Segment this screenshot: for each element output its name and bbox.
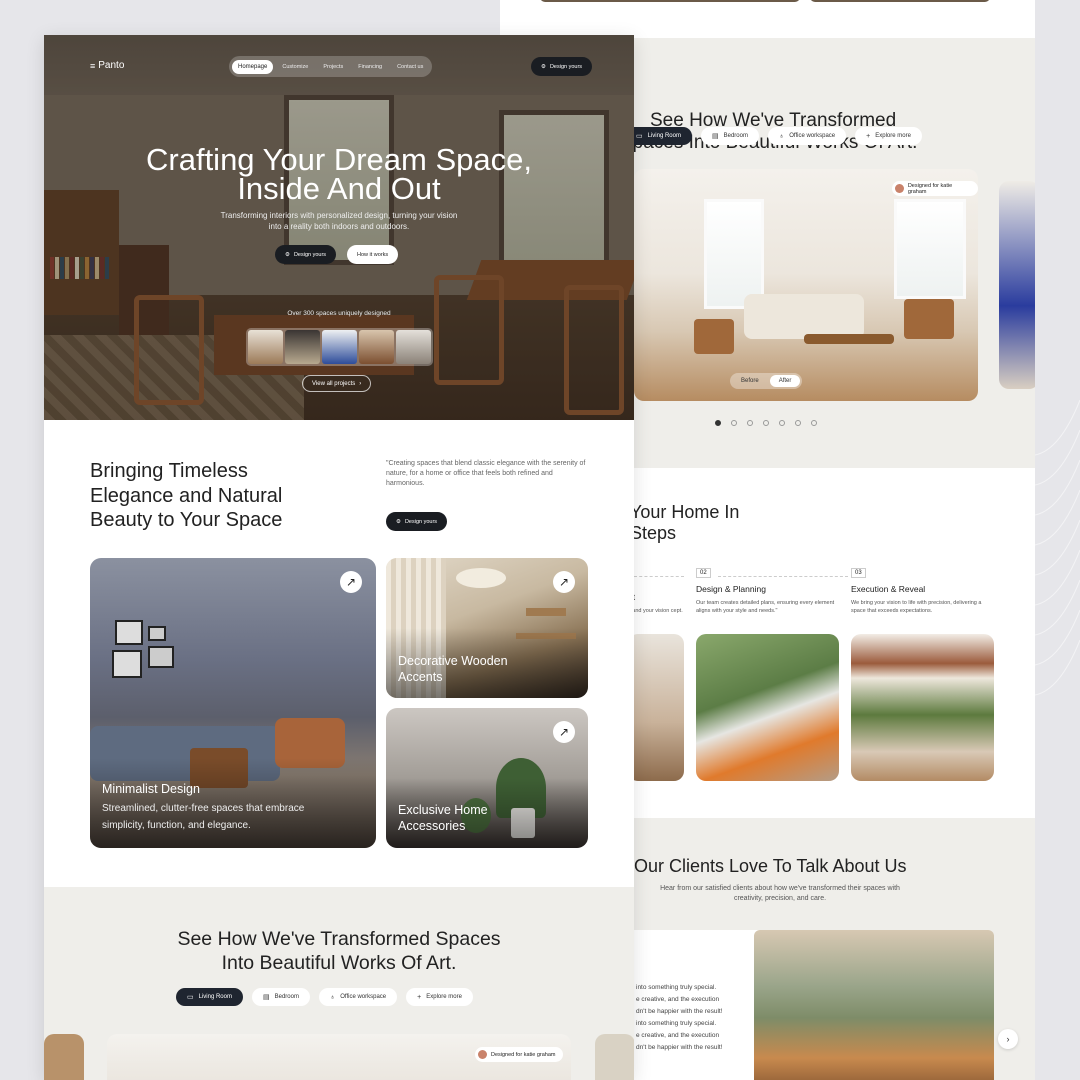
nav-item-homepage[interactable]: Homepage [232, 59, 274, 74]
card-title: Decorative Wooden Accents [398, 654, 508, 684]
intro-quote: "Creating spaces that blend classic eleg… [386, 460, 586, 487]
carousel-dot[interactable] [731, 420, 737, 426]
card-description: Streamlined, clutter-free spaces that em… [102, 803, 305, 831]
top-navigation: ≡ Panto Homepage Customize Projects Finan… [44, 35, 634, 95]
next-slide-preview [999, 181, 1035, 389]
hero-subtitle: Transforming interiors with personalized… [220, 211, 458, 231]
plus-icon: + [866, 132, 871, 140]
card-exclusive-home-accessories[interactable]: ↗ Exclusive Home Accessories [386, 708, 588, 848]
tab-living-room-back[interactable]: ▭ Living Room [625, 127, 692, 145]
gear-icon: ⚙ [396, 518, 401, 525]
nav-design-yours-button[interactable]: ⚙ Design yours [531, 57, 593, 76]
carousel-dots-back [715, 420, 817, 426]
tab-living-room[interactable]: ▭ Living Room [176, 988, 243, 1006]
step-2-image [696, 634, 839, 781]
carousel-dot[interactable] [811, 420, 817, 426]
arrow-up-right-icon[interactable]: ↗ [340, 571, 362, 593]
sofa-icon: ▭ [636, 133, 643, 140]
panto-logo-icon: ≡ [90, 60, 96, 71]
project-thumbnail[interactable] [285, 330, 320, 364]
clients-title: Our Clients Love To Talk About Us [634, 856, 907, 876]
how-it-works-button[interactable]: How it works [347, 245, 399, 264]
tab-bedroom-back[interactable]: ▤ Bedroom [700, 127, 759, 145]
hero-section: ≡ Panto Homepage Customize Projects Finan… [44, 35, 634, 420]
tab-office[interactable]: ♁ Office workspace [318, 988, 398, 1006]
nav-item-financing[interactable]: Financing [352, 60, 388, 74]
room-tabs-back: ▭ Living Room ▤ Bedroom ♁ Office workspace … [625, 127, 922, 145]
step-2-back: 02 Design & Planning Our team creates de… [696, 568, 835, 614]
gear-icon: ⚙ [285, 251, 290, 258]
bed-icon: ▤ [262, 994, 270, 1001]
project-thumbnail[interactable] [396, 330, 431, 364]
designed-for-tag: Designed for katie graham [475, 1047, 563, 1062]
card-decorative-wooden-accents[interactable]: ↗ Decorative Wooden Accents [386, 558, 588, 698]
intro-heading: Bringing Timeless Elegance and Natural B… [90, 460, 283, 531]
carousel-dot[interactable] [747, 420, 753, 426]
logo[interactable]: ≡ Panto [90, 60, 124, 71]
view-all-projects-button[interactable]: View all projects › [302, 375, 372, 392]
front-page: ≡ Panto Homepage Customize Projects Finan… [44, 35, 634, 1080]
tab-explore[interactable]: + Explore more [406, 988, 473, 1006]
transform-title: See How We've Transformed Spaces Into Be… [177, 928, 501, 974]
before-after-toggle-back[interactable]: Before After [730, 373, 803, 389]
nav-menu: Homepage Customize Projects Financing Co… [229, 56, 433, 77]
client-room-image [754, 930, 994, 1080]
living-room-image: Designed for katie graham [107, 1034, 571, 1080]
intro-design-yours-button[interactable]: ⚙ Design yours [386, 512, 448, 531]
arrow-up-right-icon[interactable]: ↗ [553, 721, 575, 743]
avatar [478, 1050, 487, 1059]
steps-title-back: Your Home In Steps [630, 502, 740, 543]
card-title: Exclusive Home Accessories [398, 803, 488, 833]
project-thumbnail[interactable] [248, 330, 283, 364]
next-testimonial-button[interactable]: › [998, 1029, 1018, 1049]
chevron-right-icon: › [1006, 1034, 1010, 1044]
arrow-up-right-icon[interactable]: ↗ [553, 571, 575, 593]
carousel-dot[interactable] [763, 420, 769, 426]
tab-office-back[interactable]: ♁ Office workspace [767, 127, 847, 145]
after-option[interactable]: After [769, 375, 801, 387]
transform-section: See How We've Transformed Spaces Into Be… [44, 887, 634, 1080]
carousel-dot[interactable] [795, 420, 801, 426]
card-title: Minimalist Design [102, 782, 200, 796]
nav-item-projects[interactable]: Projects [317, 60, 349, 74]
project-thumbnails [246, 328, 433, 366]
tab-bedroom[interactable]: ▤ Bedroom [251, 988, 310, 1006]
project-thumbnail[interactable] [359, 330, 394, 364]
hero-title: Crafting Your Dream Space, Inside And Ou… [146, 142, 532, 206]
clients-subtitle: Hear from our satisfied clients about ho… [660, 885, 900, 902]
project-thumbnail[interactable] [322, 330, 357, 364]
lamp-icon: ♁ [778, 132, 785, 140]
carousel-dot[interactable] [779, 420, 785, 426]
step-1-image [628, 634, 684, 781]
gear-icon: ⚙ [541, 63, 546, 70]
avatar [895, 184, 904, 193]
tab-explore-back[interactable]: + Explore more [855, 127, 922, 145]
next-slide-preview [595, 1034, 634, 1080]
nav-item-contact[interactable]: Contact us [391, 60, 429, 74]
lamp-icon: ♁ [329, 993, 336, 1001]
testimonial-text: into something truly special. e creative… [636, 984, 723, 1051]
card-minimalist-design[interactable]: ↗ Minimalist Design Streamlined, clutter… [90, 558, 376, 848]
living-room-after-image: Designed for katie graham Before After [634, 169, 978, 401]
room-tabs: ▭ Living Room ▤ Bedroom ♁ Office workspace … [176, 988, 473, 1006]
spaces-count: Over 300 spaces uniquely designed [287, 310, 391, 317]
top-images-strip [500, 0, 1035, 38]
step-3-back: 03 Execution & Reveal We bring your visi… [851, 568, 982, 614]
step-1-back: pt stand your vision cept. [628, 592, 683, 614]
sofa-icon: ▭ [187, 994, 194, 1001]
step-3-image [851, 634, 994, 781]
bed-icon: ▤ [711, 133, 719, 140]
designed-for-tag-back: Designed for katie graham [892, 181, 978, 196]
plus-icon: + [417, 993, 422, 1001]
chevron-right-icon: › [359, 380, 362, 387]
carousel-dot[interactable] [715, 420, 721, 426]
hero-design-yours-button[interactable]: ⚙ Design yours [275, 245, 337, 264]
nav-item-customize[interactable]: Customize [276, 60, 314, 74]
prev-slide-preview [44, 1034, 84, 1080]
before-option[interactable]: Before [732, 375, 768, 387]
